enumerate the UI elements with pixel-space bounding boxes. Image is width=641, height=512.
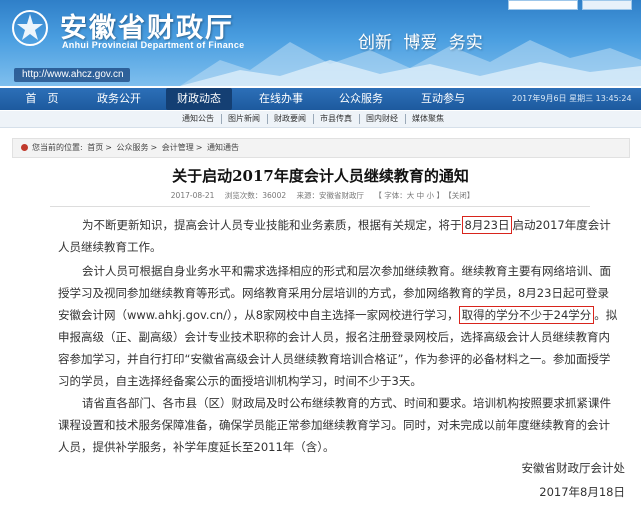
- subnav-divider: [405, 114, 406, 124]
- current-datetime: 2017年9月6日 星期三 13:45:24: [512, 94, 632, 103]
- subnav-divider: [359, 114, 360, 124]
- signature-date: 2017年8月18日: [539, 485, 625, 499]
- breadcrumb-item-notices[interactable]: 通知通告: [207, 143, 239, 152]
- sub-navigation: 通知公告 图片新闻 财政要闻 市县传真 国内财经 媒体聚焦: [0, 111, 641, 128]
- article-title: 关于启动2017年度会计人员继续教育的通知: [172, 167, 469, 185]
- nav-item-home[interactable]: 首 页: [12, 88, 72, 110]
- nav-item-finance-news[interactable]: 财政动态: [166, 88, 232, 110]
- paragraph-3-text: 请省直各部门、各市县（区）财政局及时公布继续教育的方式、时间和要求。培训机构按照…: [58, 396, 611, 454]
- nav-item-government-affairs[interactable]: 政务公开: [86, 88, 152, 110]
- subnav-divider: [267, 114, 268, 124]
- signature-org: 安徽省财政厅会计处: [521, 461, 626, 475]
- subnav-item-domestic-finance[interactable]: 国内财经: [366, 111, 398, 127]
- site-url[interactable]: http://www.ahcz.gov.cn: [14, 68, 130, 82]
- breadcrumb-item-public-services[interactable]: 公众服务: [117, 143, 149, 152]
- subnav-item-photo-news[interactable]: 图片新闻: [228, 111, 260, 127]
- subnav-item-finance-headlines[interactable]: 财政要闻: [274, 111, 306, 127]
- paragraph-1-text-a: 为不断更新知识，提高会计人员专业技能和业务素质，根据有关规定，将于: [82, 218, 462, 232]
- site-subtitle: Anhui Provincial Department of Finance: [62, 40, 245, 50]
- subnav-item-media-focus[interactable]: 媒体聚焦: [412, 111, 444, 127]
- paragraph-3: 请省直各部门、各市县（区）财政局及时公布继续教育的方式、时间和要求。培训机构按照…: [58, 392, 618, 458]
- subnav-divider: [313, 114, 314, 124]
- breadcrumb-prefix: 您当前的位置:: [32, 143, 83, 152]
- article-meta: 2017-08-21 浏览次数：36002 来源：安徽省财政厅 【 字体：大 中…: [0, 190, 641, 201]
- search-button[interactable]: [582, 0, 632, 10]
- highlight-start-date: 8月23日: [461, 216, 513, 234]
- subnav-divider: [221, 114, 222, 124]
- close-link[interactable]: 【关闭】: [448, 191, 474, 200]
- view-count: 浏览次数：36002: [224, 191, 287, 200]
- font-size-switcher[interactable]: 【 字体：大 中 小 】: [374, 191, 444, 200]
- subnav-item-notices[interactable]: 通知公告: [182, 111, 214, 127]
- title-divider: [50, 206, 590, 207]
- location-icon: [21, 144, 28, 151]
- nav-item-online-services[interactable]: 在线办事: [248, 88, 314, 110]
- nav-item-public-services[interactable]: 公众服务: [328, 88, 394, 110]
- article-source: 来源：安徽省财政厅: [296, 191, 365, 200]
- breadcrumb: 您当前的位置: 首页 > 公众服务 > 会计管理 > 通知通告: [12, 138, 630, 158]
- article-date: 2017-08-21: [170, 191, 215, 200]
- emblem-icon: [12, 10, 48, 46]
- main-navigation: 首 页 政务公开 财政动态 在线办事 公众服务 互动参与 2017年9月6日 星…: [0, 88, 641, 110]
- paragraph-2: 会计人员可根据自身业务水平和需求选择相应的形式和层次参加继续教育。继续教育主要有…: [58, 260, 618, 392]
- subnav-item-county-news[interactable]: 市县传真: [320, 111, 352, 127]
- nav-item-interaction[interactable]: 互动参与: [410, 88, 476, 110]
- breadcrumb-item-home[interactable]: 首页: [87, 143, 103, 152]
- breadcrumb-item-accounting[interactable]: 会计管理: [162, 143, 194, 152]
- slogan-text: 创新 博爱 务实: [358, 33, 483, 53]
- highlight-credit-requirement: 取得的学分不少于24学分: [458, 306, 595, 324]
- paragraph-1: 为不断更新知识，提高会计人员专业技能和业务素质，根据有关规定，将于 8月23日 启动…: [58, 214, 618, 258]
- site-header-banner: 安徽省财政厅 Anhui Provincial Department of Fi…: [0, 0, 641, 86]
- search-input[interactable]: [508, 0, 578, 10]
